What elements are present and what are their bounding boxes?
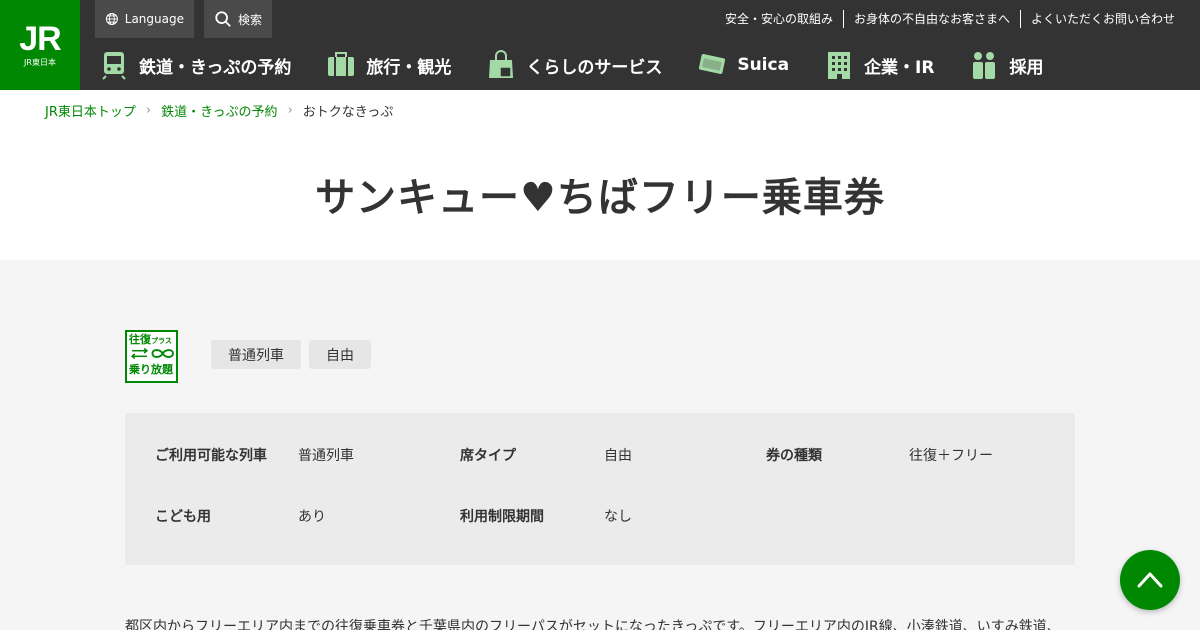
info-value-restriction: なし bbox=[604, 509, 632, 525]
nav-label: Suica bbox=[737, 55, 790, 75]
top-link-accessibility[interactable]: お身体の不自由なお客さまへ bbox=[842, 10, 1020, 28]
breadcrumb-link-top[interactable]: JR東日本トップ bbox=[45, 101, 136, 120]
site-header: JR JR東日本 Language 検索 安全・安心の取組み お身体の不自由なお… bbox=[0, 0, 1200, 90]
nav-item-suica[interactable]: Suica bbox=[696, 44, 789, 86]
nav-label: くらしのサービス bbox=[526, 57, 663, 78]
badge-line3: 乗り放題 bbox=[129, 363, 173, 376]
building-icon bbox=[823, 49, 855, 81]
nav-label: 旅行・観光 bbox=[366, 57, 452, 78]
nav-item-recruit[interactable]: 採用 bbox=[968, 44, 1043, 86]
tag-seat-type: 自由 bbox=[309, 340, 371, 369]
nav-label: 採用 bbox=[1009, 57, 1044, 78]
badge-line1-small: プラス bbox=[151, 337, 172, 345]
nav-item-travel[interactable]: 旅行・観光 bbox=[325, 44, 451, 86]
page-title: サンキュー♥ちばフリー乗車券 bbox=[315, 175, 885, 221]
tag-train-type: 普通列車 bbox=[211, 340, 301, 369]
jr-east-logo[interactable]: JR JR東日本 bbox=[0, 0, 80, 90]
nav-item-railway[interactable]: 鉄道・きっぷの予約 bbox=[98, 44, 291, 86]
round-trip-unlimited-badge-icon: 往復プラス 乗り放題 bbox=[125, 330, 178, 383]
info-value-child: あり bbox=[298, 509, 326, 525]
search-button[interactable]: 検索 bbox=[204, 0, 272, 38]
top-link-faq[interactable]: よくいただくお問い合わせ bbox=[1019, 10, 1185, 28]
scroll-to-top-button[interactable] bbox=[1120, 550, 1180, 610]
globe-icon bbox=[105, 13, 118, 25]
info-label-restriction: 利用制限期間 bbox=[460, 509, 544, 525]
main-nav: 鉄道・きっぷの予約 旅行・観光 くらしのサービス Suica 企業・IR 採用 bbox=[98, 44, 1077, 86]
info-label-ticket-type: 券の種類 bbox=[766, 448, 822, 464]
train-icon bbox=[98, 49, 130, 81]
infinity-arrows-icon bbox=[129, 347, 174, 364]
chevron-up-icon bbox=[1137, 572, 1163, 588]
people-icon bbox=[968, 49, 1000, 81]
info-label-seat: 席タイプ bbox=[460, 448, 516, 464]
ticket-info-box: ご利用可能な列車 普通列車 席タイプ 自由 券の種類 往復＋フリー こども用 あ… bbox=[125, 413, 1075, 565]
language-label: Language bbox=[124, 12, 184, 26]
search-label: 検索 bbox=[238, 12, 263, 27]
info-label-trains: ご利用可能な列車 bbox=[155, 448, 267, 464]
breadcrumb-current: おトクなきっぷ bbox=[302, 105, 394, 120]
nav-item-lifestyle[interactable]: くらしのサービス bbox=[485, 44, 662, 86]
ticket-description: 都区内からフリーエリア内までの往復乗車券と千葉県内のフリーパスがセットになったき… bbox=[125, 619, 1061, 630]
nav-label: 企業・IR bbox=[864, 57, 935, 78]
chevron-right-icon: › bbox=[145, 103, 152, 118]
breadcrumb: JR東日本トップ › 鉄道・きっぷの予約 › おトクなきっぷ bbox=[45, 101, 393, 120]
breadcrumb-link-railway[interactable]: 鉄道・きっぷの予約 bbox=[161, 101, 277, 120]
info-value-trains: 普通列車 bbox=[298, 448, 354, 464]
utility-links: 安全・安心の取組み お身体の不自由なお客さまへ よくいただくお問い合わせ bbox=[715, 10, 1185, 28]
info-value-seat: 自由 bbox=[604, 448, 632, 464]
nav-item-corporate[interactable]: 企業・IR bbox=[823, 44, 934, 86]
suitcase-icon bbox=[325, 49, 357, 81]
nav-label: 鉄道・きっぷの予約 bbox=[139, 57, 292, 78]
logo-mark: JR bbox=[19, 19, 61, 58]
search-icon bbox=[215, 11, 231, 27]
info-label-child: こども用 bbox=[155, 509, 211, 525]
shopping-bag-icon bbox=[485, 49, 517, 81]
top-link-safety[interactable]: 安全・安心の取組み bbox=[715, 10, 843, 28]
logo-text: JR東日本 bbox=[24, 57, 56, 67]
badge-line1: 往復 bbox=[129, 333, 151, 346]
info-value-ticket-type: 往復＋フリー bbox=[909, 448, 993, 464]
chevron-right-icon: › bbox=[287, 103, 293, 118]
language-button[interactable]: Language bbox=[95, 0, 194, 38]
card-icon bbox=[696, 49, 728, 81]
